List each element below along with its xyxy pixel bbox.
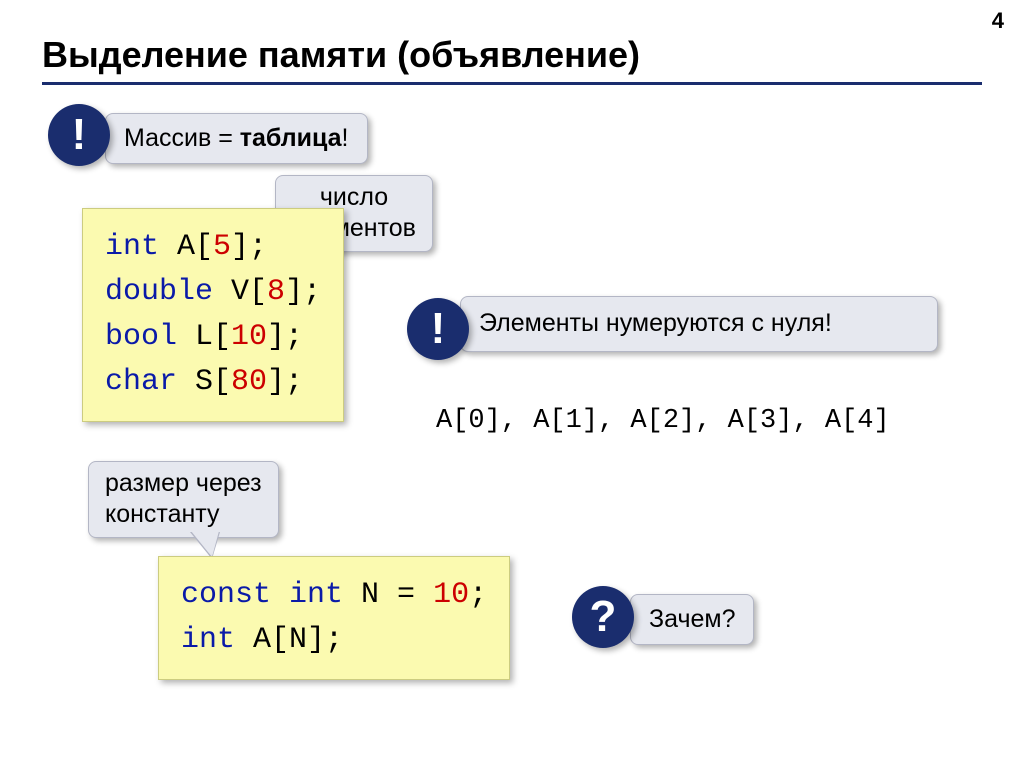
page-number: 4 [992,8,1004,34]
callout-const-size: размер через константу [88,461,279,538]
callout-why: Зачем? [630,594,754,645]
exclamation-icon: ! [48,104,110,166]
keyword: double [105,275,213,309]
keyword: int [105,230,159,264]
callout-array-table: Массив = таблица! [105,113,368,164]
keyword: int [289,578,343,612]
code-text: V[ [213,275,267,309]
text-bold: таблица [240,124,342,152]
code-block-const: const int N = 10; int A[N]; [158,556,510,680]
code-text: ]; [267,365,303,399]
code-text: A[ [159,230,213,264]
slide-title: Выделение памяти (объявление) [42,34,640,76]
callout-tail [191,531,219,557]
code-text: ; [469,578,487,612]
index-sequence: A[0], A[1], A[2], A[3], A[4] [436,406,890,436]
code-text: ]; [267,320,303,354]
title-underline [42,82,982,85]
keyword: int [181,623,235,657]
number: 80 [231,365,267,399]
number: 10 [231,320,267,354]
code-block-declarations: int A[5]; double V[8]; bool L[10]; char … [82,208,344,422]
code-text: A[N]; [235,623,343,657]
exclamation-icon: ! [407,298,469,360]
number: 5 [213,230,231,264]
callout-zero-indexed: Элементы нумеруются с нуля! [460,296,938,352]
code-text: N = [343,578,433,612]
keyword: const [181,578,271,612]
text: ! [342,124,349,152]
code-text [271,578,289,612]
question-icon: ? [572,586,634,648]
number: 10 [433,578,469,612]
keyword: char [105,365,177,399]
code-text: L[ [177,320,231,354]
code-text: ]; [285,275,321,309]
code-text: ]; [231,230,267,264]
text: Массив = [124,124,240,152]
code-text: S[ [177,365,231,399]
keyword: bool [105,320,177,354]
number: 8 [267,275,285,309]
